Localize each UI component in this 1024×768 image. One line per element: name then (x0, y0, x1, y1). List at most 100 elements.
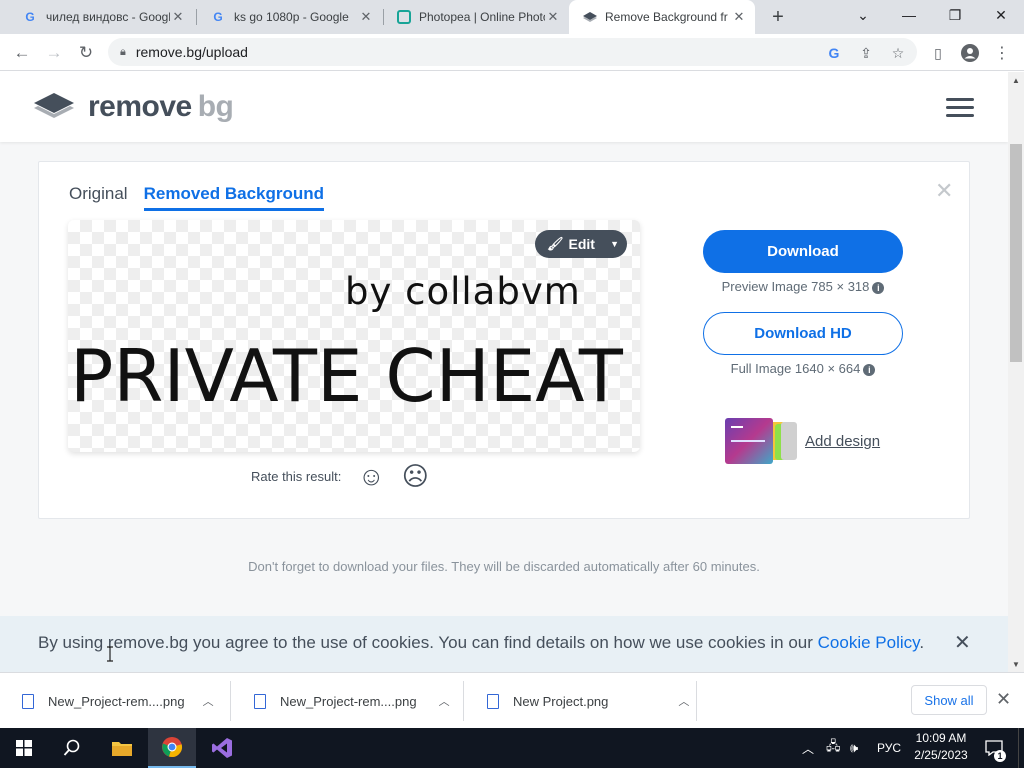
add-design-link[interactable]: Add design (805, 433, 880, 450)
bookmark-star-icon[interactable]: ☆ (886, 41, 910, 65)
show-desktop-button[interactable] (1018, 728, 1024, 768)
site-header: remove bg (0, 72, 1008, 142)
rate-label: Rate this result: (251, 468, 342, 484)
chevron-up-icon[interactable]: ︿ (203, 693, 214, 709)
close-icon[interactable]: ✕ (545, 9, 561, 25)
brush-icon: 🖌︎ (547, 236, 564, 251)
visual-studio-icon[interactable] (198, 728, 246, 768)
result-card: ✕ Original Removed Background by collabv… (38, 161, 970, 519)
chevron-up-icon[interactable]: ︿ (439, 693, 450, 709)
scroll-up-icon[interactable]: ▲ (1008, 72, 1024, 88)
removebg-favicon-icon (583, 12, 597, 22)
webpage: remove bg ✕ Original Removed Background b… (0, 72, 1008, 672)
cookie-text: By using remove.bg you agree to the use … (38, 633, 925, 652)
window-close-button[interactable]: ✕ (978, 0, 1024, 30)
notifications-icon[interactable] (984, 728, 1004, 768)
chevron-up-icon[interactable]: ︿ (678, 693, 689, 709)
side-panel-icon[interactable]: ▯ (926, 41, 950, 65)
kebab-menu-icon[interactable]: ⋮ (990, 41, 1014, 65)
google-icon: G (25, 10, 35, 24)
removebg-logo[interactable]: remove bg (32, 90, 234, 124)
add-design[interactable]: Add design (725, 416, 880, 466)
design-thumbnails (725, 416, 799, 466)
clock-time: 10:09 AM (915, 731, 967, 745)
scroll-down-icon[interactable]: ▼ (1008, 656, 1024, 672)
rating-row: Rate this result: ☺ ☹ (251, 462, 429, 490)
download-filename: New Project.png (513, 693, 609, 709)
smiley-happy-icon[interactable]: ☺ (357, 462, 385, 490)
download-item[interactable]: New Project.png ︿ (465, 673, 695, 729)
file-icon (487, 693, 499, 709)
hamburger-menu-icon[interactable] (946, 98, 974, 117)
caret-down-icon[interactable]: ▼ (610, 239, 619, 249)
google-translate-icon[interactable]: G (822, 41, 846, 65)
tab-title: Photopea | Online Photo (419, 10, 545, 24)
url-text: remove.bg/upload (135, 44, 248, 60)
logo-wordmark: remove bg (88, 90, 234, 123)
result-tabs: Original Removed Background (69, 184, 340, 211)
reload-icon[interactable]: ↻ (72, 39, 100, 67)
cookie-banner: By using remove.bg you agree to the use … (0, 616, 1008, 672)
download-button[interactable]: Download (703, 230, 903, 273)
minimize-button[interactable]: — (886, 0, 932, 30)
preview-text-line2: PRIVATE CHEAT (70, 334, 623, 418)
address-bar[interactable]: 🔒︎ remove.bg/upload (108, 38, 917, 66)
volume-icon[interactable]: 🕪︎ (850, 728, 858, 768)
restore-button[interactable]: ❐ (932, 0, 978, 30)
download-reminder: Don't forget to download your files. The… (248, 559, 760, 574)
chrome-icon[interactable] (148, 728, 196, 768)
scrollbar-thumb[interactable] (1010, 144, 1022, 362)
cookie-close-icon[interactable]: ✕ (954, 630, 971, 655)
download-item[interactable]: New_Project-rem....png ︿ (232, 673, 462, 729)
close-downloads-icon[interactable]: ✕ (996, 689, 1011, 710)
language-indicator[interactable]: РУС (877, 728, 901, 768)
tab-title: чилед виндовс - Google (46, 10, 170, 24)
download-divider (230, 681, 231, 721)
browser-tab-2[interactable]: G ks go 1080p - Google ✕ (196, 0, 382, 34)
windows-taskbar: ︿ 🖧︎ 🕪︎ РУС 10:09 AM 2/25/2023 1 (0, 728, 1024, 768)
edit-button[interactable]: 🖌︎ Edit ▼ (535, 230, 627, 258)
cookie-policy-link[interactable]: Cookie Policy (818, 633, 920, 652)
download-item[interactable]: New_Project-rem....png ︿ (0, 673, 230, 729)
browser-tab-4-active[interactable]: Remove Background fr ✕ (569, 0, 755, 34)
download-filename: New_Project-rem....png (48, 693, 185, 709)
profile-avatar-icon[interactable] (958, 41, 982, 65)
close-result-icon[interactable]: ✕ (935, 178, 953, 204)
downloads-bar: New_Project-rem....png ︿ New_Project-rem… (0, 672, 1024, 728)
forward-arrow-icon[interactable]: → (40, 39, 68, 67)
download-divider (696, 681, 697, 721)
show-all-button[interactable]: Show all (911, 685, 987, 715)
tab-search-chevron-icon[interactable]: ⌄ (840, 0, 886, 30)
download-hd-button[interactable]: Download HD (703, 312, 903, 355)
clock[interactable]: 10:09 AM 2/25/2023 (906, 730, 976, 764)
page-scrollbar[interactable]: ▲ ▼ (1008, 72, 1024, 672)
notification-count-badge: 1 (994, 750, 1006, 762)
browser-tab-strip: G чилед виндовс - Google ✕ G ks go 1080p… (0, 0, 1024, 34)
photopea-icon (397, 10, 411, 24)
file-icon (254, 693, 266, 709)
clock-date: 2/25/2023 (914, 748, 968, 762)
full-image-info: Full Image 1640 × 664 i (703, 361, 903, 376)
network-icon[interactable]: 🖧︎ (826, 728, 841, 768)
tab-title: Remove Background fr (605, 10, 728, 24)
browser-tab-3[interactable]: Photopea | Online Photo ✕ (383, 0, 569, 34)
share-icon[interactable]: ⇪ (854, 41, 878, 65)
search-icon[interactable] (48, 728, 96, 768)
show-hidden-icons-icon[interactable]: ︿ (802, 728, 814, 768)
smiley-sad-icon[interactable]: ☹ (401, 462, 429, 490)
file-explorer-icon[interactable] (98, 728, 146, 768)
removebg-logo-mark-icon (34, 93, 74, 118)
tab-removed-background[interactable]: Removed Background (143, 184, 325, 211)
windows-start-icon[interactable] (0, 728, 48, 768)
close-icon[interactable]: ✕ (731, 9, 747, 25)
lock-icon: 🔒︎ (120, 45, 126, 58)
close-icon[interactable]: ✕ (170, 9, 186, 25)
tab-original[interactable]: Original (69, 184, 128, 211)
back-arrow-icon[interactable]: ← (8, 39, 36, 67)
browser-tab-1[interactable]: G чилед виндовс - Google ✕ (8, 0, 194, 34)
close-icon[interactable]: ✕ (358, 9, 374, 25)
edit-label: Edit (568, 236, 595, 252)
info-icon[interactable]: i (863, 364, 876, 376)
new-tab-button[interactable]: + (766, 5, 790, 29)
info-icon[interactable]: i (872, 282, 885, 294)
